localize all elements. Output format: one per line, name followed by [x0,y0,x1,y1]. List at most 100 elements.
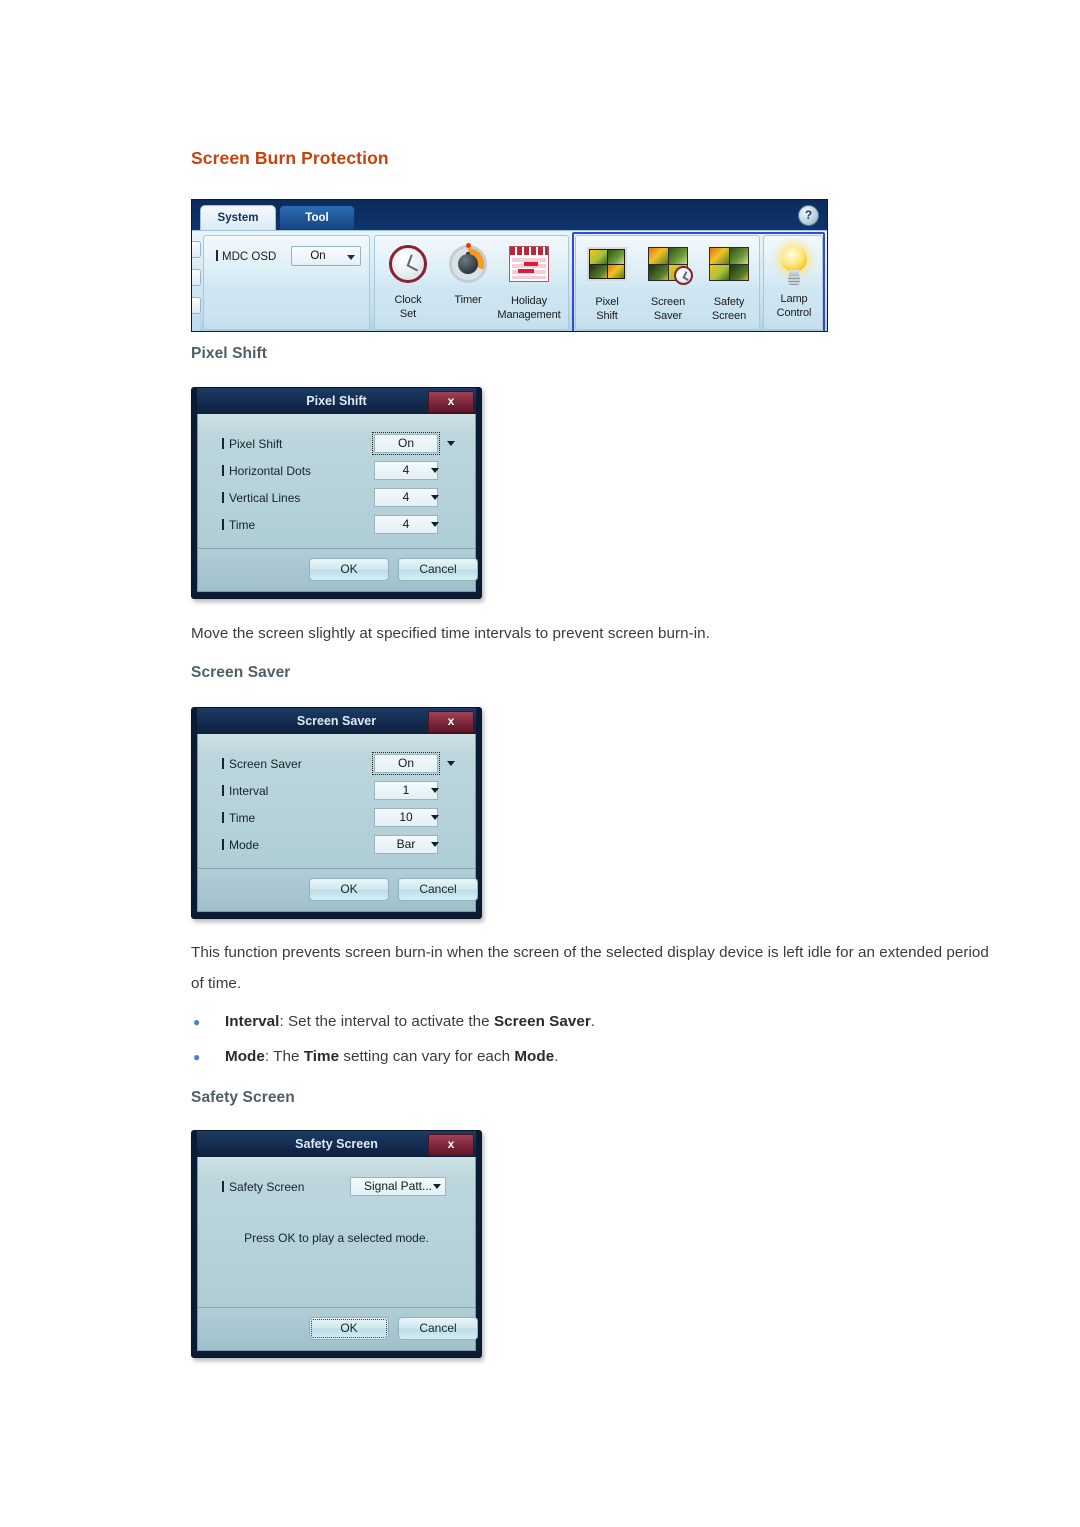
help-icon[interactable]: ? [798,205,819,226]
toolbar-item-holiday-management[interactable]: Holiday Management [491,242,567,331]
label-interval: Interval [229,784,269,798]
heading-safety-screen: Safety Screen [191,1089,295,1106]
page-title: Screen Burn Protection [191,148,389,168]
pixel-shift-dialog-titlebar: Pixel Shift x [197,388,476,414]
screen-saver-dialog: Screen Saver x Screen Saver On Interval … [191,707,482,919]
dropdown-horizontal-dots[interactable]: 4 [374,461,438,480]
cancel-button[interactable]: Cancel [398,1317,478,1340]
safety-screen-label-2: Screen [711,309,747,322]
timer-icon [437,243,499,291]
label-time: Time [229,811,256,825]
chevron-down-icon[interactable] [431,788,439,793]
pixel-shift-label-1: Pixel [595,296,619,308]
cancel-button[interactable]: Cancel [398,878,478,901]
chevron-down-icon[interactable] [431,842,439,847]
ok-button[interactable]: OK [309,878,389,901]
bullet-mode-strong: Time [303,1048,340,1065]
chevron-down-icon [347,255,355,260]
chevron-down-icon[interactable] [447,441,455,446]
clock-set-label-2: Set [399,307,417,320]
screen-saver-label-1: Screen [650,296,686,308]
pixel-shift-icon [576,247,638,293]
row-horizontal-dots: Horizontal Dots 4 [198,459,475,486]
dropdown-screen-saver[interactable]: On [372,752,440,775]
label-screen-saver: Screen Saver [229,757,302,771]
safety-screen-dialog-body: Safety Screen Signal Patt... Press OK to… [197,1157,478,1351]
close-icon[interactable]: x [428,1134,474,1156]
pixel-shift-dialog: Pixel Shift x Pixel Shift On Horizontal … [191,387,482,599]
row-vertical-lines: Vertical Lines 4 [198,486,475,513]
bullet-interval: ● Interval: Set the interval to activate … [191,1008,991,1036]
safety-screen-dialog-footer: OK Cancel [198,1307,478,1350]
toolbar-item-lamp-control[interactable]: Lamp Control [763,242,825,331]
label-marker-icon [222,1181,224,1192]
screen-saver-dialog-body: Screen Saver On Interval 1 Time 10 Mode … [197,734,478,912]
dropdown-safety-screen[interactable]: Signal Patt... [350,1177,446,1196]
dropdown-interval[interactable]: 1 [374,781,438,800]
toolbar-item-screen-saver[interactable]: Screen Saver [637,242,699,331]
label-vertical-lines: Vertical Lines [229,491,301,505]
bullet-mode-term: Mode [225,1048,265,1065]
mdc-osd-dropdown[interactable]: On [291,246,361,266]
tab-tool[interactable]: Tool [279,205,355,231]
row-pixel-shift: Pixel Shift On [198,432,475,459]
dropdown-vertical-lines[interactable]: 4 [374,488,438,507]
label-safety-screen: Safety Screen [229,1180,305,1194]
close-icon[interactable]: x [428,391,474,413]
document-page: Screen Burn Protection System Tool ? MDC… [0,0,1080,1527]
chevron-down-icon[interactable] [447,761,455,766]
bullet-interval-strong: Screen Saver [493,1013,591,1030]
dropdown-time[interactable]: 4 [374,515,438,534]
screen-saver-rows: Screen Saver On Interval 1 Time 10 Mode … [198,734,475,868]
bullet-mode: ● Mode: The Time setting can vary for eac… [191,1043,991,1071]
bullet-icon: ● [193,1050,201,1064]
bullet-interval-term: Interval [225,1013,280,1030]
clock-set-label-1: Clock [394,294,422,306]
row-interval: Interval 1 [198,779,475,806]
dropdown-mode[interactable]: Bar [374,835,438,854]
timer-label-1: Timer [454,294,482,306]
bullet-icon: ● [193,1015,201,1029]
toolbar-item-safety-screen[interactable]: Safety Screen [698,242,760,331]
chevron-down-icon[interactable] [433,1184,441,1189]
cancel-button[interactable]: Cancel [398,558,478,581]
ok-button[interactable]: OK [309,558,389,581]
safety-screen-dialog: Safety Screen x Safety Screen Signal Pat… [191,1130,482,1358]
mdc-burn-protection-group: Pixel Shift Screen Saver Safety Screen [575,235,760,330]
pixel-shift-dialog-body: Pixel Shift On Horizontal Dots 4 Vertica… [197,414,478,592]
chevron-down-icon[interactable] [431,522,439,527]
label-marker-icon [222,785,224,796]
close-icon[interactable]: x [428,711,474,733]
screen-saver-dialog-titlebar: Screen Saver x [197,708,476,734]
pixel-shift-description: Move the screen slightly at specified ti… [191,625,710,642]
toolbar-item-pixel-shift[interactable]: Pixel Shift [576,242,638,331]
calendar-icon [491,246,567,292]
dropdown-time[interactable]: 10 [374,808,438,827]
label-marker-icon [222,519,224,530]
label-mode: Mode [229,838,260,852]
pixel-shift-dialog-footer: OK Cancel [198,548,478,591]
label-marker-icon [216,250,218,261]
screen-saver-label-2: Saver [653,309,683,322]
ok-button[interactable]: OK [309,1317,389,1340]
mdc-ribbon: MDC OSD On Clock Set Timer Holiday Manag… [192,230,827,331]
mdc-osd-group: MDC OSD On [203,235,370,330]
dropdown-pixel-shift[interactable]: On [372,432,440,455]
label-pixel-shift: Pixel Shift [229,437,283,451]
chevron-down-icon[interactable] [431,468,439,473]
safety-screen-dialog-titlebar: Safety Screen x [197,1131,476,1157]
toolbar-item-timer[interactable]: Timer [437,242,499,331]
chevron-down-icon[interactable] [431,815,439,820]
heading-screen-saver: Screen Saver [191,664,291,681]
tab-system[interactable]: System [200,205,276,231]
screen-saver-dialog-title: Screen Saver [296,714,377,728]
label-marker-icon [222,812,224,823]
lamp-control-label-2: Control [776,306,812,319]
screen-saver-description: This function prevents screen burn-in wh… [191,944,989,992]
chevron-down-icon[interactable] [431,495,439,500]
toolbar-item-clock-set[interactable]: Clock Set [377,242,439,331]
safety-screen-dialog-title: Safety Screen [295,1137,378,1151]
mdc-window: System Tool ? MDC OSD On Clock Set Timer… [191,199,828,332]
lamp-icon [763,244,825,290]
mdc-lamp-group: Lamp Control [763,235,823,330]
